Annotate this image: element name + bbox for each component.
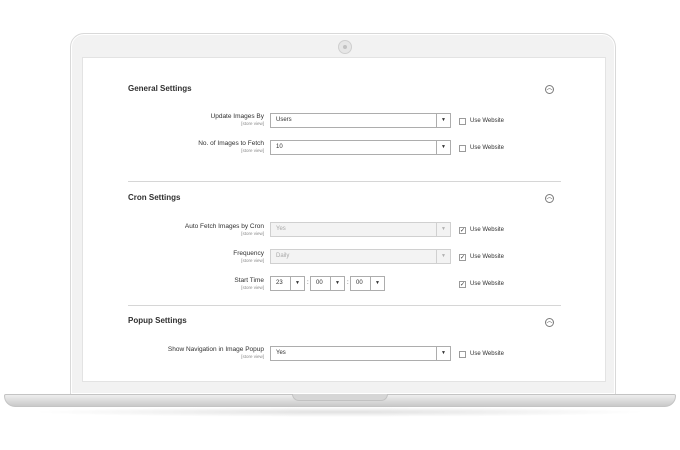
start-time-hour-select[interactable]: 23 ▼ (270, 276, 305, 291)
caret-down-icon: ▼ (436, 114, 450, 127)
checkmark-icon: ✓ (460, 227, 466, 234)
label-frequency: Frequency [store view] (83, 250, 264, 263)
collapse-popup-icon[interactable]: ︿ (545, 318, 554, 327)
section-title-popup[interactable]: Popup Settings (128, 316, 187, 325)
use-website-checkbox[interactable]: ✓ (459, 226, 466, 234)
caret-down-icon: ▼ (436, 141, 450, 154)
frequency-select[interactable]: Daily ▼ (270, 249, 451, 264)
scope-label: [store view] (241, 121, 264, 126)
section-title-cron[interactable]: Cron Settings (128, 193, 180, 202)
laptop-notch (292, 394, 388, 401)
time-separator: : (307, 280, 309, 286)
scope-label: [store view] (241, 285, 264, 290)
caret-down-icon: ▼ (436, 250, 450, 263)
caret-down-icon: ▼ (370, 277, 384, 290)
caret-down-icon: ▼ (290, 277, 304, 290)
use-website-checkbox[interactable] (459, 350, 466, 358)
collapse-general-icon[interactable]: ︿ (545, 85, 554, 94)
section-divider (128, 181, 561, 182)
use-website-checkbox[interactable]: ✓ (459, 280, 466, 288)
label-show-navigation: Show Navigation in Image Popup [store vi… (83, 346, 264, 359)
use-website-frequency[interactable]: ✓ Use Website (459, 252, 504, 262)
use-website-show-navigation[interactable]: Use Website (459, 349, 504, 359)
use-website-checkbox[interactable] (459, 117, 466, 125)
caret-down-icon: ▼ (436, 223, 450, 236)
num-images-select[interactable]: 10 ▼ (270, 140, 451, 155)
webcam (338, 40, 352, 54)
show-navigation-select[interactable]: Yes ▼ (270, 346, 451, 361)
scope-label: [store view] (241, 148, 264, 153)
label-auto-fetch: Auto Fetch Images by Cron [store view] (83, 223, 264, 236)
auto-fetch-select[interactable]: Yes ▼ (270, 222, 451, 237)
section-title-general[interactable]: General Settings (128, 84, 192, 93)
scope-label: [store view] (241, 354, 264, 359)
checkmark-icon: ✓ (460, 254, 466, 261)
caret-down-icon: ▼ (330, 277, 344, 290)
label-start-time: Start Time [store view] (83, 277, 264, 290)
scope-label: [store view] (241, 231, 264, 236)
section-divider (128, 305, 561, 306)
scope-label: [store view] (241, 258, 264, 263)
use-website-checkbox[interactable] (459, 144, 466, 152)
label-update-images-by: Update Images By [store view] (83, 113, 264, 126)
use-website-auto-fetch[interactable]: ✓ Use Website (459, 225, 504, 235)
start-time-minute-select[interactable]: 00 ▼ (310, 276, 345, 291)
laptop-shadow (30, 407, 650, 417)
use-website-update-images-by[interactable]: Use Website (459, 116, 504, 126)
label-num-images: No. of Images to Fetch [store view] (83, 140, 264, 153)
time-separator: : (347, 280, 349, 286)
caret-down-icon: ▼ (436, 347, 450, 360)
use-website-checkbox[interactable]: ✓ (459, 253, 466, 261)
laptop-screen: General Settings ︿ Update Images By [sto… (82, 57, 606, 382)
start-time-second-select[interactable]: 00 ▼ (350, 276, 385, 291)
collapse-cron-icon[interactable]: ︿ (545, 194, 554, 203)
checkmark-icon: ✓ (460, 281, 466, 288)
use-website-start-time[interactable]: ✓ Use Website (459, 279, 504, 289)
update-images-by-select[interactable]: Users ▼ (270, 113, 451, 128)
use-website-num-images[interactable]: Use Website (459, 143, 504, 153)
